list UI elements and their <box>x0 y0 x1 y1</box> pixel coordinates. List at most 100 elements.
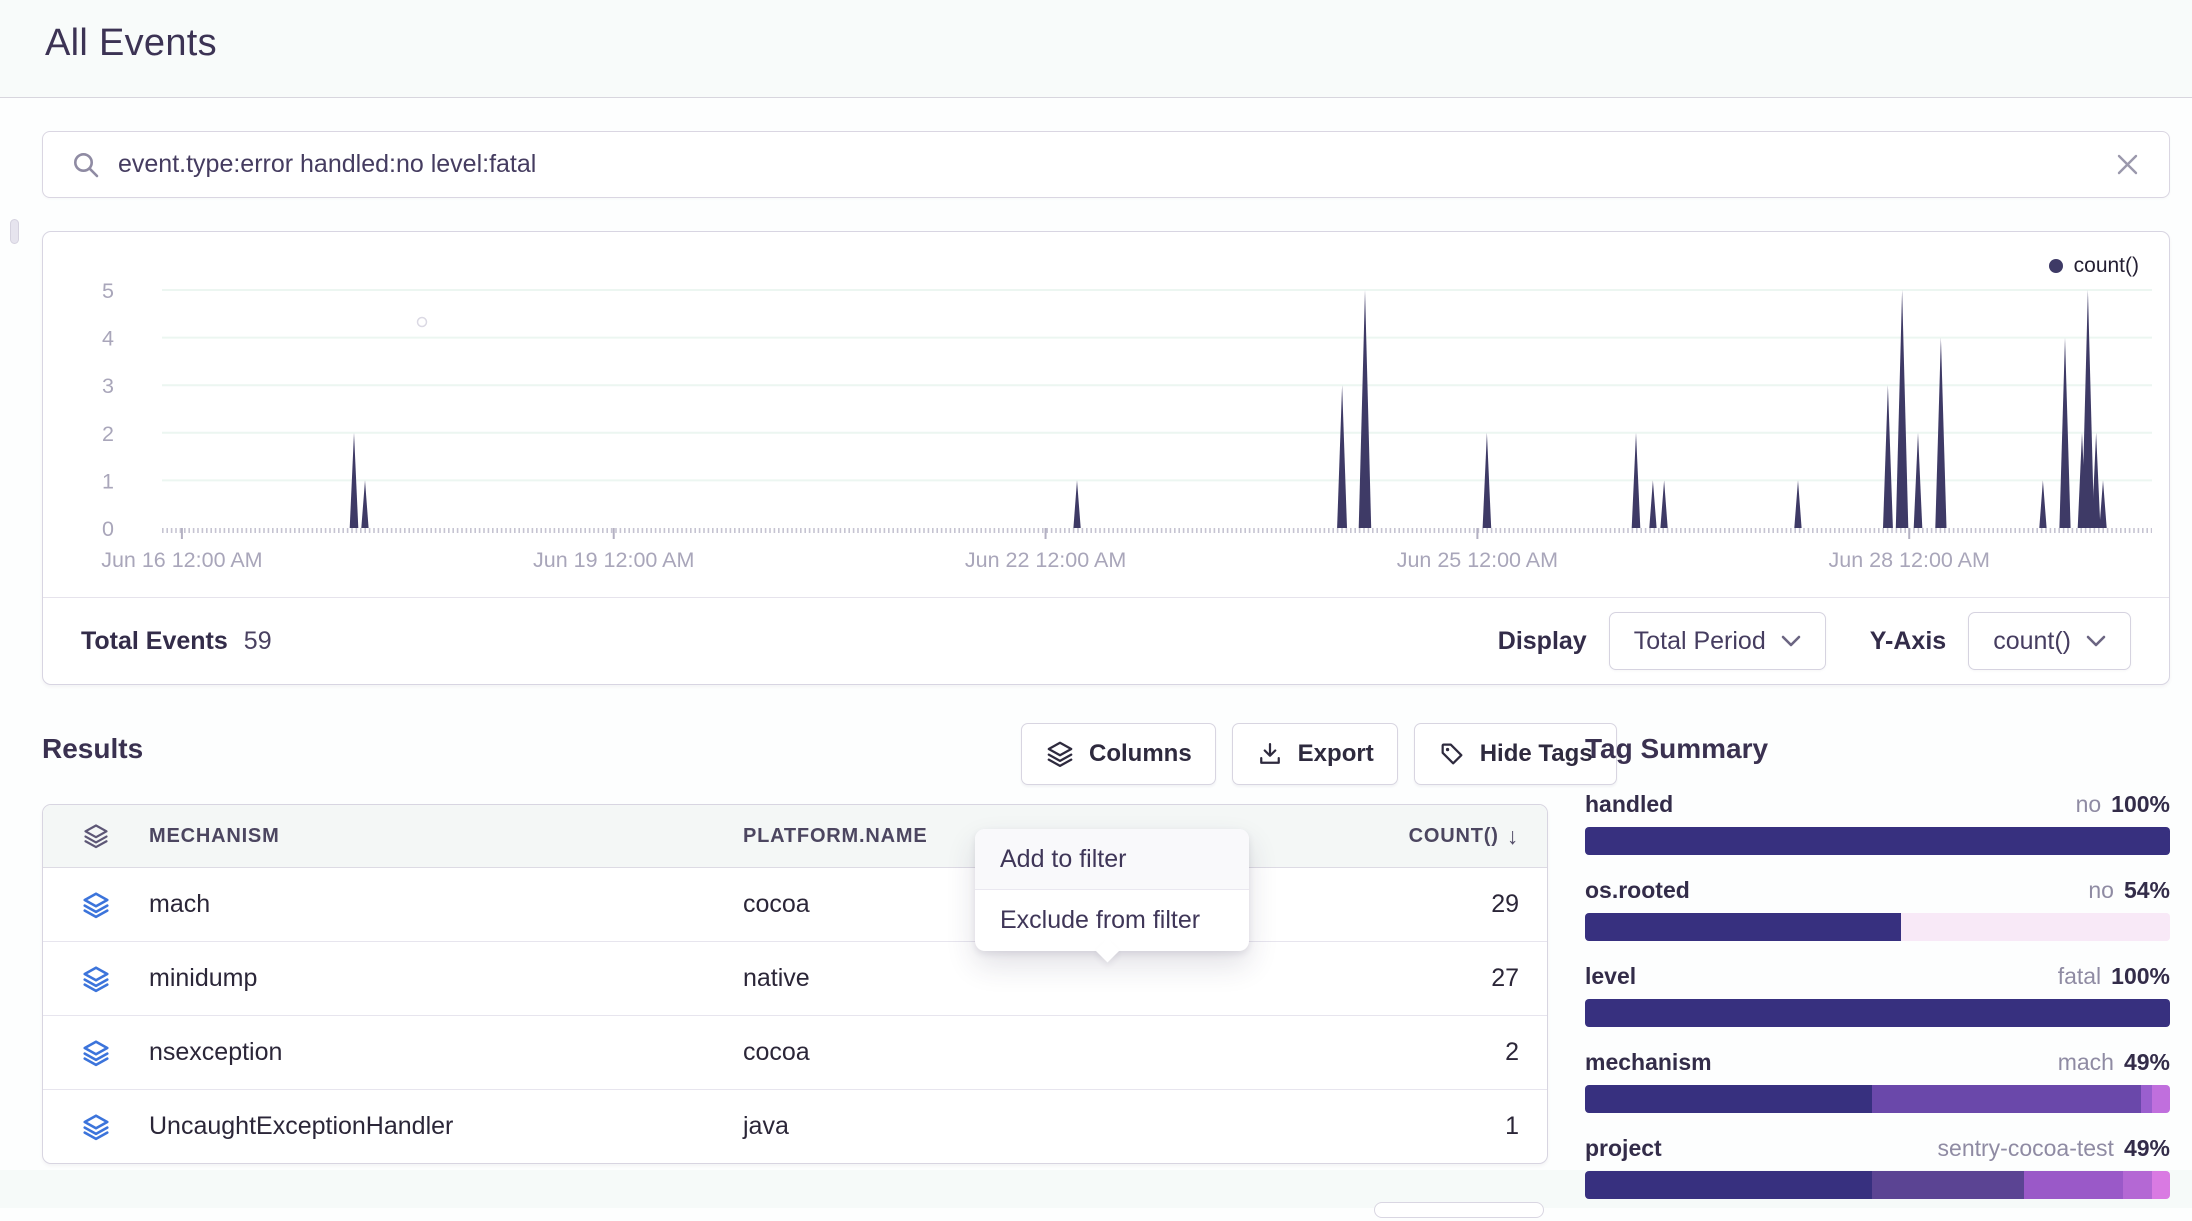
display-label: Display <box>1498 627 1587 656</box>
svg-text:Jun 28 12:00 AM: Jun 28 12:00 AM <box>1829 548 1990 572</box>
layers-icon <box>81 890 111 920</box>
cell-mechanism: nsexception <box>149 1038 743 1067</box>
tag-top-value: no <box>2088 877 2114 904</box>
column-header-mechanism[interactable]: MECHANISM <box>149 825 743 848</box>
tag-percent: 49% <box>2124 1049 2170 1076</box>
tag-distribution-bar <box>1585 1171 2170 1199</box>
cell-actions-menu: Add to filter Exclude from filter <box>975 829 1249 951</box>
tag-bar-segment <box>1901 913 2170 941</box>
svg-text:1: 1 <box>102 469 114 493</box>
layers-icon <box>81 964 111 994</box>
tag-bar-segment <box>1585 913 1901 941</box>
svg-text:0: 0 <box>102 517 114 541</box>
clear-search-icon[interactable] <box>2114 151 2141 178</box>
tag-entry: os.rooted no 54% <box>1585 877 2170 941</box>
table-body: mach 29 cocoa minidump 27 native nsexcep… <box>43 868 1547 1163</box>
tag-bar-segment <box>1585 1085 1872 1113</box>
tag-bar-segment <box>2024 1171 2123 1199</box>
cell-mechanism: UncaughtExceptionHandler <box>149 1112 743 1141</box>
chart-footer: Total Events 59 Display Total Period Y-A… <box>43 597 2169 684</box>
tag-top-value: sentry-cocoa-test <box>1938 1135 2114 1162</box>
tag-top-value: mach <box>2058 1049 2114 1076</box>
tag-distribution-bar <box>1585 999 2170 1027</box>
column-header-platform[interactable]: PLATFORM.NAME <box>743 825 927 848</box>
tag-name: project <box>1585 1135 1662 1162</box>
yaxis-label: Y-Axis <box>1870 627 1946 656</box>
chart-legend: count() <box>2049 254 2139 278</box>
columns-button[interactable]: Columns <box>1021 723 1216 785</box>
tag-bar-segment <box>2123 1171 2152 1199</box>
yaxis-dropdown-value: count() <box>1993 627 2071 656</box>
tag-distribution-bar <box>1585 1085 2170 1113</box>
svg-text:4: 4 <box>102 327 114 351</box>
panel-drag-handle[interactable] <box>10 219 19 244</box>
layers-icon <box>81 1038 111 1068</box>
layers-icon <box>1045 739 1075 769</box>
cell-platform: native <box>743 964 810 993</box>
svg-text:3: 3 <box>102 374 114 398</box>
search-bar[interactable]: event.type:error handled:no level:fatal <box>42 131 2170 198</box>
tag-icon <box>1438 740 1466 768</box>
tag-name: mechanism <box>1585 1049 1712 1076</box>
export-button-label: Export <box>1298 740 1374 768</box>
cell-count: 29 <box>1491 890 1547 919</box>
tag-percent: 54% <box>2124 877 2170 904</box>
table-row: minidump 27 native <box>43 942 1547 1016</box>
columns-button-label: Columns <box>1089 740 1192 768</box>
search-icon <box>71 150 101 180</box>
total-events-value: 59 <box>244 627 272 656</box>
table-row: mach 29 cocoa <box>43 868 1547 942</box>
tag-name: os.rooted <box>1585 877 1690 904</box>
pagination-button-partial[interactable] <box>1374 1202 1544 1218</box>
count-legend-label: count() <box>2074 254 2139 278</box>
tag-bar-segment <box>2152 1085 2170 1113</box>
tag-entry: mechanism mach 49% <box>1585 1049 2170 1113</box>
chevron-down-icon <box>2086 635 2106 647</box>
tag-entry: project sentry-cocoa-test 49% <box>1585 1135 2170 1199</box>
download-icon <box>1256 740 1284 768</box>
export-button[interactable]: Export <box>1232 723 1398 785</box>
display-dropdown[interactable]: Total Period <box>1609 612 1826 670</box>
results-title: Results <box>42 733 143 765</box>
menu-item-add-to-filter[interactable]: Add to filter <box>975 829 1249 890</box>
count-legend-dot <box>2049 259 2063 273</box>
tag-summary: Tag Summary handled no 100% os.rooted no… <box>1585 733 2170 1221</box>
tag-entry: handled no 100% <box>1585 791 2170 855</box>
cell-platform: cocoa <box>743 890 810 919</box>
tag-percent: 100% <box>2111 963 2170 990</box>
layers-icon <box>82 822 110 850</box>
svg-text:Jun 19 12:00 AM: Jun 19 12:00 AM <box>533 548 694 572</box>
cell-platform: cocoa <box>743 1038 810 1067</box>
menu-item-exclude-from-filter[interactable]: Exclude from filter <box>975 890 1249 951</box>
cell-mechanism: mach <box>149 890 743 919</box>
search-input[interactable]: event.type:error handled:no level:fatal <box>118 150 2114 179</box>
page-title: All Events <box>45 22 217 65</box>
svg-text:Jun 22 12:00 AM: Jun 22 12:00 AM <box>965 548 1126 572</box>
yaxis-dropdown[interactable]: count() <box>1968 612 2131 670</box>
tag-bar-segment <box>1585 1171 1872 1199</box>
tag-percent: 100% <box>2111 791 2170 818</box>
svg-text:Jun 25 12:00 AM: Jun 25 12:00 AM <box>1397 548 1558 572</box>
svg-text:Jun 16 12:00 AM: Jun 16 12:00 AM <box>101 548 262 572</box>
display-dropdown-value: Total Period <box>1634 627 1766 656</box>
sort-desc-arrow-icon: ↓ <box>1507 823 1519 850</box>
tag-bar-segment <box>1872 1085 2141 1113</box>
tag-bar-segment <box>1872 1171 2024 1199</box>
tag-bar-segment <box>2152 1171 2170 1199</box>
tag-bar-segment <box>1585 827 2170 855</box>
cell-platform: java <box>743 1112 789 1141</box>
column-header-count[interactable]: COUNT() ↓ <box>1409 823 1547 850</box>
tag-top-value: fatal <box>2058 963 2101 990</box>
svg-text:2: 2 <box>102 422 114 446</box>
total-events-label: Total Events <box>81 627 228 656</box>
tag-distribution-bar <box>1585 827 2170 855</box>
hide-tags-button-label: Hide Tags <box>1480 740 1593 768</box>
table-row: UncaughtExceptionHandler 1 java <box>43 1090 1547 1163</box>
results-toolbar: Columns Export Hide Tags <box>1021 723 1617 785</box>
tag-top-value: no <box>2076 791 2102 818</box>
tag-list: handled no 100% os.rooted no 54% level f… <box>1585 791 2170 1199</box>
tag-distribution-bar <box>1585 913 2170 941</box>
page-header: All Events <box>0 0 2192 98</box>
svg-text:5: 5 <box>102 279 114 303</box>
tag-percent: 49% <box>2124 1135 2170 1162</box>
